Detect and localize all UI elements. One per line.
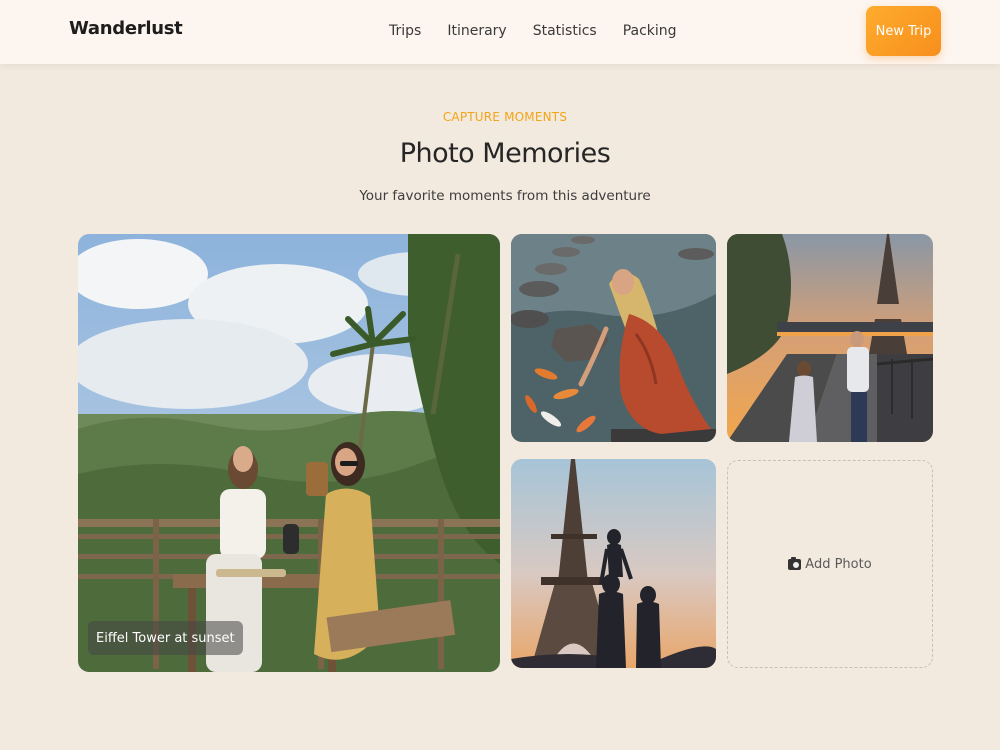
nav-link-packing[interactable]: Packing	[623, 22, 677, 40]
sunset-walk-image	[727, 234, 933, 442]
koi-pond-image	[511, 234, 716, 442]
photo-sunset-walk[interactable]	[727, 234, 933, 442]
brand-logo[interactable]: Wanderlust	[69, 18, 183, 39]
family-eiffel-image	[511, 459, 716, 668]
photo-family-eiffel[interactable]	[511, 459, 716, 668]
section-subtitle: Your favorite moments from this adventur…	[359, 188, 651, 204]
add-photo-content: Add Photo	[788, 556, 872, 572]
camera-icon	[788, 556, 802, 570]
nav-link-itinerary[interactable]: Itinerary	[447, 22, 506, 40]
featured-photo-caption: Eiffel Tower at sunset	[88, 621, 243, 655]
main-nav: Trips Itinerary Statistics Packing	[389, 22, 703, 40]
section-title: Photo Memories	[399, 138, 611, 169]
photo-koi-pond[interactable]	[511, 234, 716, 442]
add-photo-label: Add Photo	[805, 556, 872, 572]
caption-text: Eiffel Tower at sunset	[96, 630, 235, 646]
nav-link-statistics[interactable]: Statistics	[533, 22, 597, 40]
featured-photo-image	[78, 234, 500, 672]
nav-link-trips[interactable]: Trips	[389, 22, 421, 40]
section-eyebrow: CAPTURE MOMENTS	[442, 110, 568, 124]
featured-photo[interactable]	[78, 234, 500, 672]
add-photo-button[interactable]: Add Photo	[727, 460, 933, 668]
new-trip-button[interactable]: New Trip	[866, 6, 941, 56]
navbar: Wanderlust Trips Itinerary Statistics Pa…	[0, 0, 1000, 64]
